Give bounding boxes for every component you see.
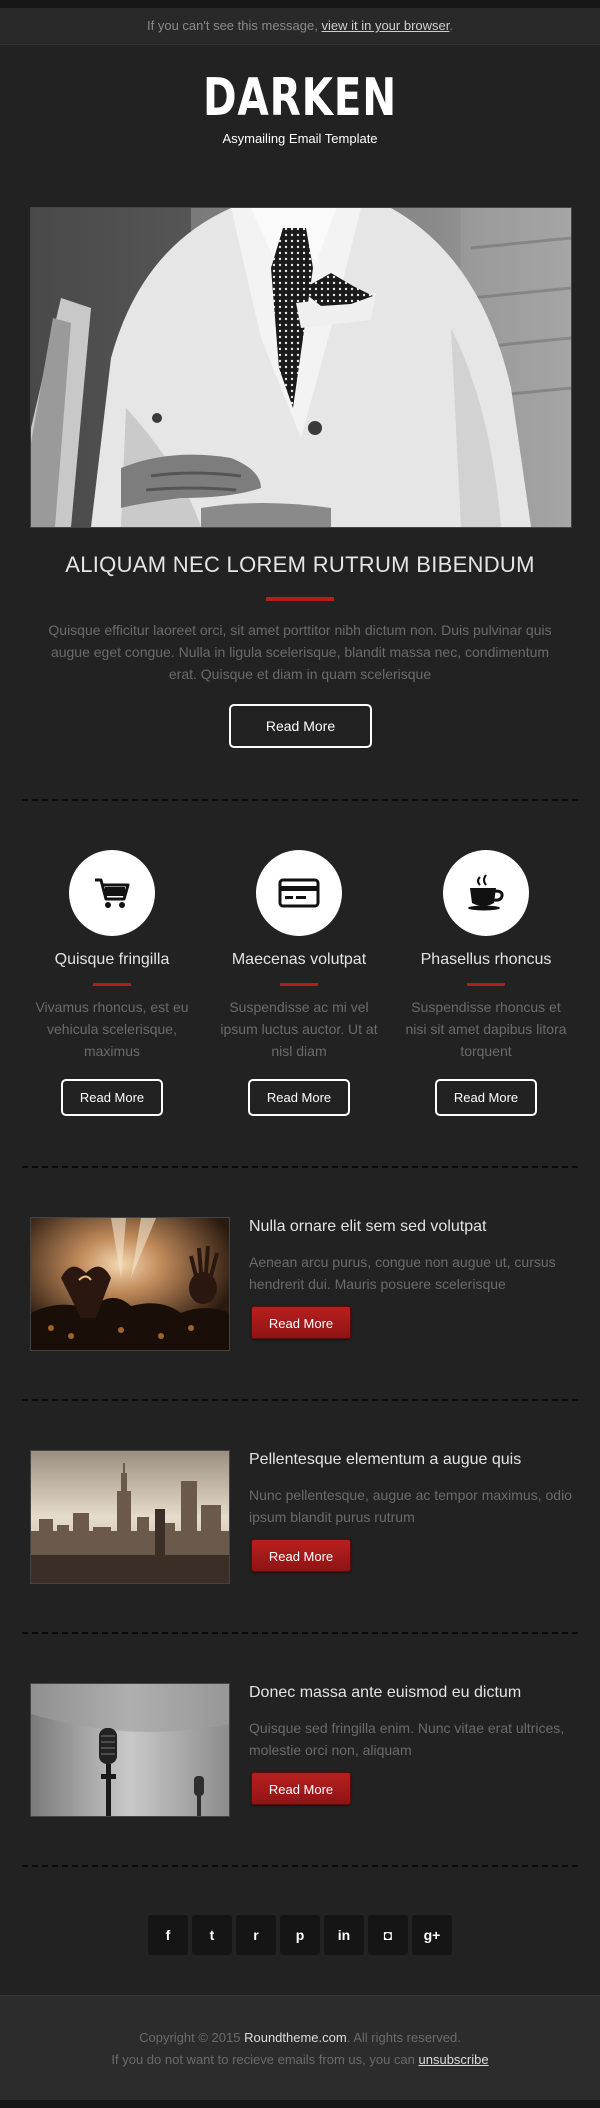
article-title[interactable]: Nulla ornare elit sem sed volutpat [249, 1218, 486, 1236]
feature-title: Quisque fringilla [54, 951, 170, 968]
hero-read-more-button[interactable]: Read More [229, 704, 372, 748]
logo[interactable]: DARKEN [66, 70, 534, 126]
article-read-more-button[interactable]: Read More [251, 1306, 351, 1339]
facebook-glyph: f [165, 1927, 171, 1943]
section-divider [22, 1632, 578, 1634]
notice-prefix: If you can't see this message, [147, 18, 318, 33]
pinterest-glyph: p [295, 1927, 305, 1943]
linkedin-icon[interactable]: in [324, 1915, 364, 1955]
email-body: If you can't see this message, view it i… [0, 0, 600, 2108]
google-plus-icon[interactable]: g+ [412, 1915, 452, 1955]
bottom-strip [0, 2100, 600, 2108]
feature-divider [280, 983, 318, 986]
browser-notice: If you can't see this message, view it i… [0, 8, 600, 45]
article-text: Nunc pellentesque, augue ac tempor maxim… [249, 1487, 572, 1525]
article-read-more-button[interactable]: Read More [251, 1539, 351, 1572]
brand-link[interactable]: Roundtheme.com [244, 2030, 347, 2045]
feature-divider [93, 983, 131, 986]
article-read-more-button[interactable]: Read More [251, 1772, 351, 1805]
unsubscribe-prefix: If you do not want to recieve emails fro… [111, 2052, 415, 2067]
section-divider [22, 1399, 578, 1401]
article-title[interactable]: Pellentesque elementum a augue quis [249, 1451, 521, 1469]
article-text: Aenean arcu purus, congue non augue ut, … [249, 1254, 556, 1292]
feature-text: Vivamus rhoncus, est eu vehicula sceleri… [35, 999, 189, 1059]
credit-card-icon [278, 878, 320, 908]
feature-icon-circle [443, 850, 529, 936]
view-in-browser-link[interactable]: view it in your browser [321, 18, 449, 33]
footer-unsubscribe: If you do not want to recieve emails fro… [0, 2052, 600, 2067]
google-plus-glyph: g+ [423, 1927, 441, 1943]
hero-divider [266, 597, 334, 601]
article-image-city [30, 1450, 230, 1584]
feature-read-more-button[interactable]: Read More [61, 1079, 163, 1116]
rss-glyph: r [253, 1927, 259, 1943]
hero-text: Quisque efficitur laoreet orci, sit amet… [48, 622, 552, 682]
section-divider [22, 799, 578, 801]
rss-icon[interactable]: r [236, 1915, 276, 1955]
linkedin-glyph: in [337, 1927, 351, 1943]
hero-image [30, 207, 572, 528]
feature-title: Maecenas volutpat [231, 951, 367, 968]
instagram-glyph: ◘ [383, 1927, 393, 1943]
feature-text: Suspendisse rhoncus et nisi sit amet dap… [405, 999, 567, 1059]
footer [0, 1995, 600, 2101]
feature-divider [467, 983, 505, 986]
tagline: Asymailing Email Template [222, 131, 378, 146]
feature-title: Phasellus rhoncus [420, 951, 552, 968]
feature-icon-circle [69, 850, 155, 936]
twitter-icon[interactable]: t [192, 1915, 232, 1955]
twitter-glyph: t [209, 1927, 215, 1943]
unsubscribe-link[interactable]: unsubscribe [419, 2052, 489, 2067]
top-strip [0, 0, 600, 8]
feature-read-more-button[interactable]: Read More [435, 1079, 537, 1116]
article-title[interactable]: Donec massa ante euismod eu dictum [249, 1684, 521, 1702]
facebook-icon[interactable]: f [148, 1915, 188, 1955]
cart-icon [95, 878, 130, 908]
footer-copyright: Copyright © 2015 Roundtheme.com. All rig… [0, 2030, 600, 2045]
coffee-cup-icon [468, 874, 504, 911]
copyright-prefix: Copyright © 2015 [139, 2030, 241, 2045]
article-image-microphone [30, 1683, 230, 1817]
feature-read-more-button[interactable]: Read More [248, 1079, 350, 1116]
article-text: Quisque sed fringilla enim. Nunc vitae e… [249, 1720, 565, 1758]
article-image-concert [30, 1217, 230, 1351]
section-divider [22, 1166, 578, 1168]
instagram-icon[interactable]: ◘ [368, 1915, 408, 1955]
notice-suffix: . [449, 18, 453, 33]
hero-title: ALIQUAM NEC LOREM RUTRUM BIBENDUM [65, 552, 535, 577]
pinterest-icon[interactable]: p [280, 1915, 320, 1955]
section-divider [22, 1865, 578, 1867]
feature-icon-circle [256, 850, 342, 936]
feature-text: Suspendisse ac mi vel ipsum luctus aucto… [220, 999, 378, 1059]
copyright-suffix: . All rights reserved. [346, 2030, 461, 2045]
